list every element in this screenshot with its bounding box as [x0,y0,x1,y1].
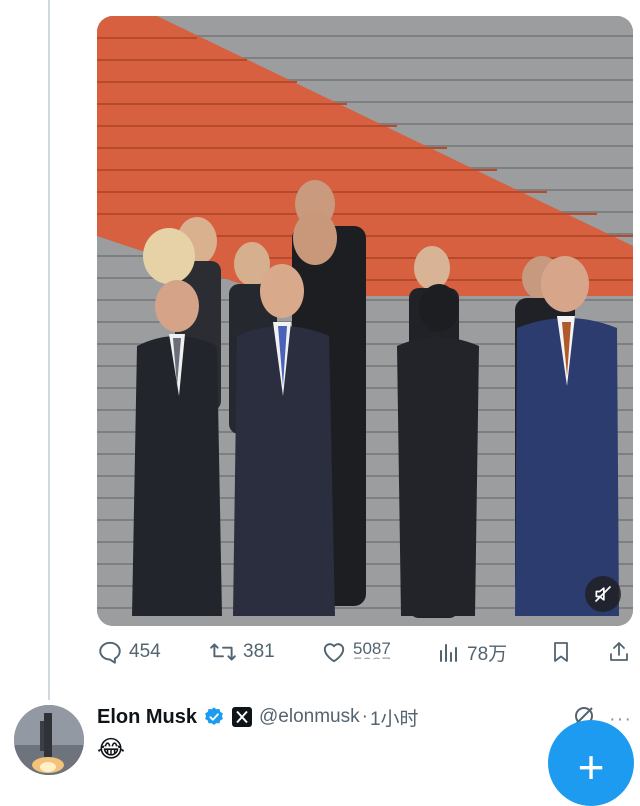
reply-icon [99,641,121,664]
thread-line [48,0,50,700]
timestamp[interactable]: 1小时 [370,704,419,731]
tweet-header: Elon Musk @elonmusk · 1小时 [97,704,419,730]
mute-icon [594,585,612,603]
handle[interactable]: @elonmusk [259,706,360,728]
meta-separator: · [361,706,368,727]
like-icon [323,643,345,663]
like-button[interactable]: 5087 5087 [321,632,391,672]
avatar[interactable] [14,705,84,775]
like-count-rolling: 5087 5087 [353,638,391,664]
views-button[interactable]: 78万 [437,632,507,672]
compose-button[interactable]: + [548,720,634,806]
tweet-action-bar: 454 381 5087 5087 78万 [97,632,637,672]
repost-button[interactable]: 381 [209,632,275,672]
verified-badge-icon [205,707,223,725]
display-name[interactable]: Elon Musk [97,706,197,729]
x-affiliate-icon [232,707,253,727]
bookmark-icon [554,642,568,662]
repost-icon [210,643,236,661]
video-frame [97,16,633,626]
share-button[interactable] [607,632,631,672]
bookmark-button[interactable] [549,632,573,672]
views-icon [440,644,457,662]
tweet-video[interactable] [97,16,633,626]
repost-count: 381 [243,641,275,662]
compose-icon: + [577,741,605,793]
view-count: 78万 [467,643,508,665]
like-count: 5087 [353,638,391,658]
rocket-launch-avatar-image [14,705,84,775]
mute-button[interactable] [585,576,621,612]
tweet-text: 😂 [97,736,126,763]
share-icon [610,642,628,661]
reply-button[interactable]: 454 [97,632,161,672]
like-count-next: 5087 [353,656,391,660]
reply-count: 454 [129,641,161,662]
